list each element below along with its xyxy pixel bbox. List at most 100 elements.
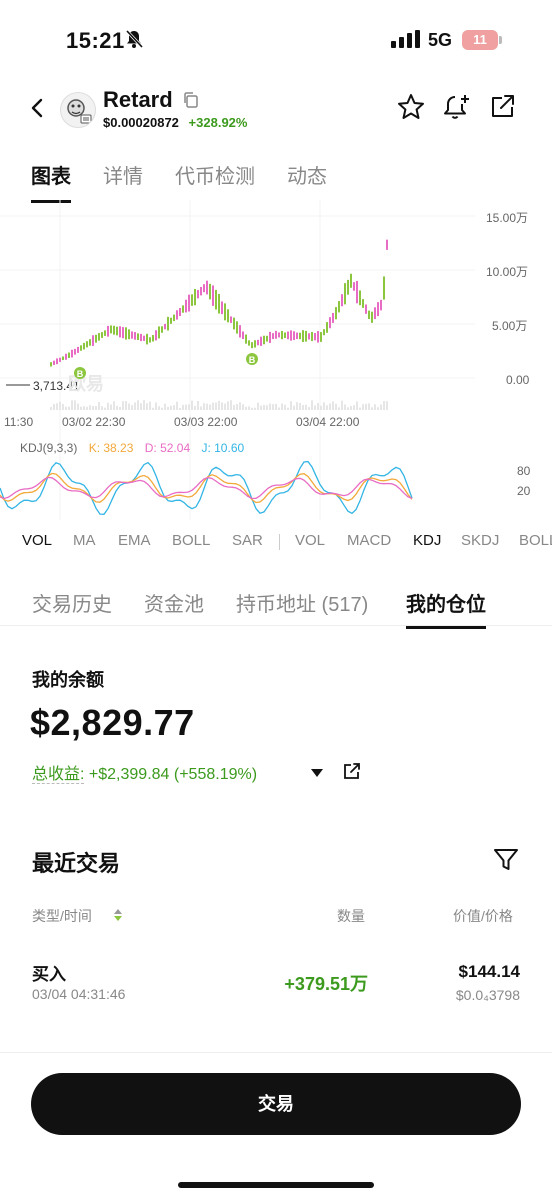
volume-bar [251, 407, 253, 410]
candle [197, 289, 199, 299]
header-value-price: 价值/价格 [453, 908, 513, 924]
candle [314, 333, 316, 341]
kdj-level: 20 [517, 484, 531, 498]
tab-liquidity-pool[interactable]: 资金池 [144, 588, 204, 617]
kdj-label: KDJ(9,3,3) [20, 441, 78, 455]
candle [344, 283, 346, 305]
indicator-ma[interactable]: MA [73, 532, 96, 549]
candle [161, 326, 163, 333]
indicator-sub-vol[interactable]: VOL [295, 532, 325, 549]
x-tick: 03/03 22:00 [174, 415, 238, 429]
battery-icon: 11 [462, 30, 502, 50]
volume-bar [176, 401, 178, 410]
svg-text:B: B [77, 369, 84, 379]
copy-icon[interactable] [182, 91, 200, 114]
volume-bar [98, 401, 100, 410]
bell-off-icon [124, 29, 144, 54]
volume-bar [359, 407, 361, 410]
volume-bar [356, 401, 358, 410]
indicator-boll[interactable]: BOLL [172, 532, 210, 549]
candle [86, 341, 88, 348]
back-icon[interactable] [26, 96, 50, 120]
home-indicator[interactable] [178, 1182, 374, 1188]
kdj-k: K: 38.23 [88, 441, 134, 455]
filter-icon[interactable] [493, 847, 519, 878]
tab-chart[interactable]: 图表 [31, 160, 71, 203]
volume-bar [347, 407, 349, 410]
candle [341, 294, 343, 307]
candle [278, 332, 280, 338]
x-tick: 03/04 22:00 [296, 415, 360, 429]
tab-trade-history[interactable]: 交易历史 [32, 588, 112, 617]
candle [137, 333, 139, 341]
candle [284, 332, 286, 338]
candle [335, 307, 337, 320]
trade-qty: +379.51万 [284, 974, 368, 994]
volume-bar [371, 407, 373, 410]
kdj-lines [0, 460, 413, 515]
candle [236, 321, 238, 334]
volume-bar [227, 401, 229, 410]
candle [89, 339, 91, 346]
chart-canvas[interactable]: 15.00万 10.00万 5.00万 0.00 11:30 03/02 22:… [0, 200, 552, 525]
indicator-sar[interactable]: SAR [232, 532, 263, 549]
buy-marker[interactable]: B [246, 353, 258, 365]
tab-activity[interactable]: 动态 [287, 160, 327, 189]
external-link-icon[interactable] [342, 761, 362, 786]
candle [350, 273, 352, 288]
volume-bar [158, 406, 160, 410]
volume-bar [188, 404, 190, 410]
star-icon[interactable] [396, 92, 428, 124]
candle [290, 330, 292, 341]
trade-type: 买入 [32, 965, 66, 984]
indicator-vol[interactable]: VOL [22, 532, 52, 549]
candle [50, 362, 52, 367]
candle [113, 325, 115, 335]
tab-my-position[interactable]: 我的仓位 [406, 588, 486, 629]
volume-bar [107, 402, 109, 410]
indicator-kdj[interactable]: KDJ [413, 532, 441, 549]
tab-holders[interactable]: 持币地址 (517) [236, 588, 368, 617]
indicator-ema[interactable]: EMA [118, 532, 151, 549]
volume-bar [203, 403, 205, 410]
candle [245, 334, 247, 344]
volume-bar [209, 404, 211, 410]
volume-bar [215, 402, 217, 410]
volume-bar [332, 401, 334, 410]
candle [62, 356, 64, 361]
tab-details[interactable]: 详情 [103, 160, 143, 189]
share-icon[interactable] [488, 92, 520, 124]
add-alert-icon[interactable] [442, 92, 474, 124]
volume-bar [152, 407, 154, 410]
candle [188, 294, 190, 312]
sort-icon[interactable] [112, 908, 124, 927]
pnl-value: +$2,399.84 (+558.19%) [88, 766, 258, 783]
trade-button[interactable]: 交易 [31, 1073, 521, 1135]
caret-down-icon[interactable] [310, 765, 324, 783]
indicator-sub-boll[interactable]: BOLL [519, 532, 552, 549]
volume-bar [293, 405, 295, 410]
candle [83, 342, 85, 350]
volume-bar [71, 400, 73, 410]
volume-bar [197, 400, 199, 410]
buy-marker[interactable]: B [74, 367, 86, 379]
volume-bar [278, 407, 280, 410]
price-chart[interactable]: 15.00万 10.00万 5.00万 0.00 11:30 03/02 22:… [0, 200, 552, 525]
candle [131, 331, 133, 339]
volume-bar [218, 400, 220, 410]
volume-bar [284, 404, 286, 410]
candle [260, 336, 262, 346]
indicator-skdj[interactable]: SKDJ [461, 532, 499, 549]
candle [215, 289, 217, 310]
trade-price: $0.0₄3798 [455, 987, 520, 1003]
volume-bar [275, 403, 277, 410]
candle [254, 340, 256, 348]
candle [248, 340, 250, 346]
candle [230, 316, 232, 323]
indicator-macd[interactable]: MACD [347, 532, 391, 549]
watermark-text: 欧易 [68, 373, 104, 394]
tab-token-check[interactable]: 代币检测 [175, 160, 255, 189]
candle [269, 331, 271, 343]
volume-bar [353, 405, 355, 410]
volume-bar [239, 402, 241, 410]
